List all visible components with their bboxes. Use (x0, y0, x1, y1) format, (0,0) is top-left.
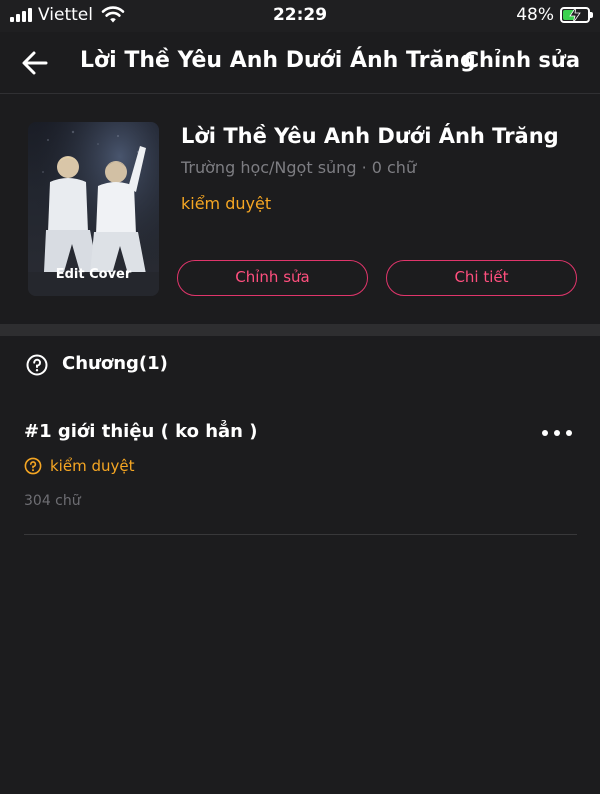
question-circle-icon[interactable] (26, 354, 48, 376)
story-title: Lời Thề Yêu Anh Dưới Ánh Trăng (181, 124, 559, 148)
edit-cover-label: Edit Cover (55, 267, 132, 282)
chapters-header: Chương(1) (0, 336, 600, 392)
battery-charging-icon (560, 7, 593, 23)
story-details-button[interactable]: Chi tiết (386, 260, 577, 296)
chapter-status-text: kiểm duyệt (50, 457, 135, 475)
chapter-word-count: 304 chữ (24, 493, 81, 509)
section-divider (0, 324, 600, 336)
clock: 22:29 (272, 5, 328, 25)
page-title: Lời Thề Yêu Anh Dưới Ánh Trăng (80, 48, 476, 73)
cover-image[interactable]: Edit Cover (28, 122, 159, 296)
question-circle-icon (24, 457, 42, 475)
story-meta: Trường học/Ngọt sủng · 0 chữ (181, 158, 417, 177)
bolt-icon (569, 7, 581, 23)
chapter-title: #1 giới thiệu ( ko hẳn ) (24, 421, 258, 442)
story-status-badge: kiểm duyệt (181, 194, 272, 213)
battery-percent: 48% (516, 5, 554, 25)
chapter-list-item[interactable]: #1 giới thiệu ( ko hẳn ) kiểm duyệt 304 … (0, 405, 600, 535)
story-header: Edit Cover Lời Thề Yêu Anh Dưới Ánh Trăn… (0, 94, 600, 324)
edit-story-button[interactable]: Chỉnh sửa (177, 260, 368, 296)
nav-bar: Lời Thề Yêu Anh Dưới Ánh Trăng Chỉnh sửa (0, 32, 600, 94)
edit-story-nav-button[interactable]: Chỉnh sửa (464, 48, 580, 72)
chapter-divider (24, 534, 577, 535)
chapter-status: kiểm duyệt (24, 457, 134, 475)
status-bar: Viettel 22:29 48% (0, 0, 600, 32)
status-right: 48% (516, 5, 593, 25)
chapters-count-label: Chương(1) (62, 353, 168, 374)
arrow-left-icon[interactable] (18, 46, 52, 80)
more-horizontal-icon[interactable] (540, 425, 574, 441)
